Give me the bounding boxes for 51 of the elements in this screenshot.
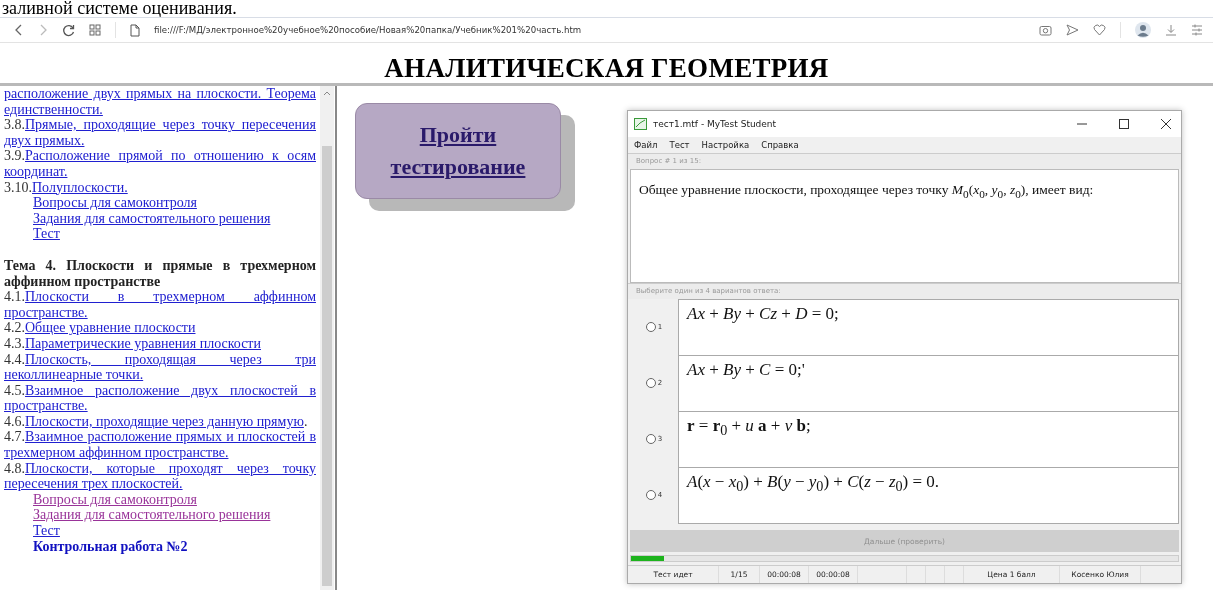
scrollbar[interactable] — [320, 86, 334, 590]
answer-option[interactable]: A(x − x$_{0}$) + B(y − y$_{0}$) + C(z − z$_{0}$) = 0. — [678, 466, 1179, 524]
address-field[interactable]: file:///F:/МД/электронное%20учебное%20пособие/Новая%20папка/Учебник%201%20часть.htm — [154, 25, 582, 35]
section-link[interactable]: 4.7.Взаимное расположение прямых и плоскостей в трехмерном аффинном пространстве. — [4, 429, 316, 461]
section-link[interactable]: 4.5.Взаимное расположение двух плоскостей в пространстве. — [4, 382, 316, 414]
page-title: АНАЛИТИЧЕСКАЯ ГЕОМЕТРИЯ — [384, 52, 829, 84]
scroll-thumb[interactable] — [322, 146, 332, 586]
section-link[interactable]: расположение двух прямых на плоскости. Теорема единственности. — [4, 86, 316, 118]
section-link[interactable]: 3.9.Расположение прямой по отношению к осям координат. — [4, 148, 316, 180]
reload-icon[interactable] — [62, 23, 75, 37]
file-icon — [130, 23, 140, 37]
section-link[interactable]: Тест — [33, 226, 60, 242]
window-title: тест1.mtf - MyTest Student — [653, 118, 777, 129]
start-test-button[interactable]: Пройти тестирование — [355, 103, 561, 199]
avatar-icon[interactable] — [1135, 22, 1151, 38]
app-icon — [634, 117, 647, 130]
answer-option[interactable]: Ax + By + C = 0;' — [678, 354, 1179, 412]
section-link[interactable]: Вопросы для самоконтроля — [33, 491, 197, 507]
download-icon[interactable] — [1165, 24, 1177, 36]
section-link[interactable]: Задания для самостоятельного решения — [33, 210, 271, 226]
menu-item[interactable]: Тест — [669, 139, 690, 150]
section-link[interactable]: 4.1.Плоскости в трехмерном аффинном пространстве. — [4, 289, 316, 321]
maximize-icon[interactable] — [1119, 118, 1129, 129]
section-link[interactable]: Тест — [33, 523, 60, 539]
menu-item[interactable]: Справка — [761, 139, 799, 150]
heart-icon[interactable] — [1093, 24, 1106, 36]
settings-icon[interactable] — [1191, 24, 1203, 36]
grid-icon[interactable] — [89, 24, 101, 36]
answer-option[interactable]: r = r$_{0}$ + u a + v b; — [678, 410, 1179, 468]
menu-item[interactable]: Файл — [634, 139, 658, 150]
section-link[interactable]: 3.8.Прямые, проходящие через точку пересечения двух прямых. — [4, 117, 316, 149]
section-link[interactable]: 4.6.Плоскости, проходящие через данную прямую. — [4, 413, 316, 430]
back-icon[interactable] — [14, 24, 24, 36]
camera-icon[interactable] — [1039, 24, 1052, 36]
menu-item[interactable]: Настройка — [701, 139, 750, 150]
forward-icon[interactable] — [38, 24, 48, 36]
section-link[interactable]: 3.10.Полуплоскости. — [4, 179, 316, 196]
heading-text: заливной системе оценивания. — [1, 0, 237, 17]
send-icon[interactable] — [1066, 24, 1079, 36]
scroll-up-icon[interactable] — [323, 90, 331, 96]
section-link[interactable]: 4.8.Плоскости, которые проходят через точку пересечения трех плоскостей. — [4, 460, 316, 492]
section-link[interactable]: 4.4.Плоскость, проходящая через три неколлинеарные точки. — [4, 351, 316, 383]
question-text: Общее уравнение плоскости, проходящее через точку M$_{0}$(x$_{0}$, y$_{0}$, z$_{0}$), имеет вид: — [639, 181, 1095, 200]
answer-option[interactable]: Ax + By + Cz + D = 0; — [678, 298, 1179, 356]
section-link[interactable]: 4.2.Общее уравнение плоскости — [4, 320, 316, 336]
section-link[interactable]: 4.3.Параметрические уравнения плоскости — [4, 335, 316, 352]
section-link[interactable]: Контрольная работа №2 — [33, 538, 188, 554]
topic-heading: Тема 4. Плоскости и прямые в трехмерном аффинном пространстве — [4, 257, 316, 290]
section-link[interactable]: Вопросы для самоконтроля — [33, 195, 197, 211]
close-icon[interactable] — [1161, 118, 1171, 129]
section-link[interactable]: Задания для самостоятельного решения — [33, 507, 271, 523]
